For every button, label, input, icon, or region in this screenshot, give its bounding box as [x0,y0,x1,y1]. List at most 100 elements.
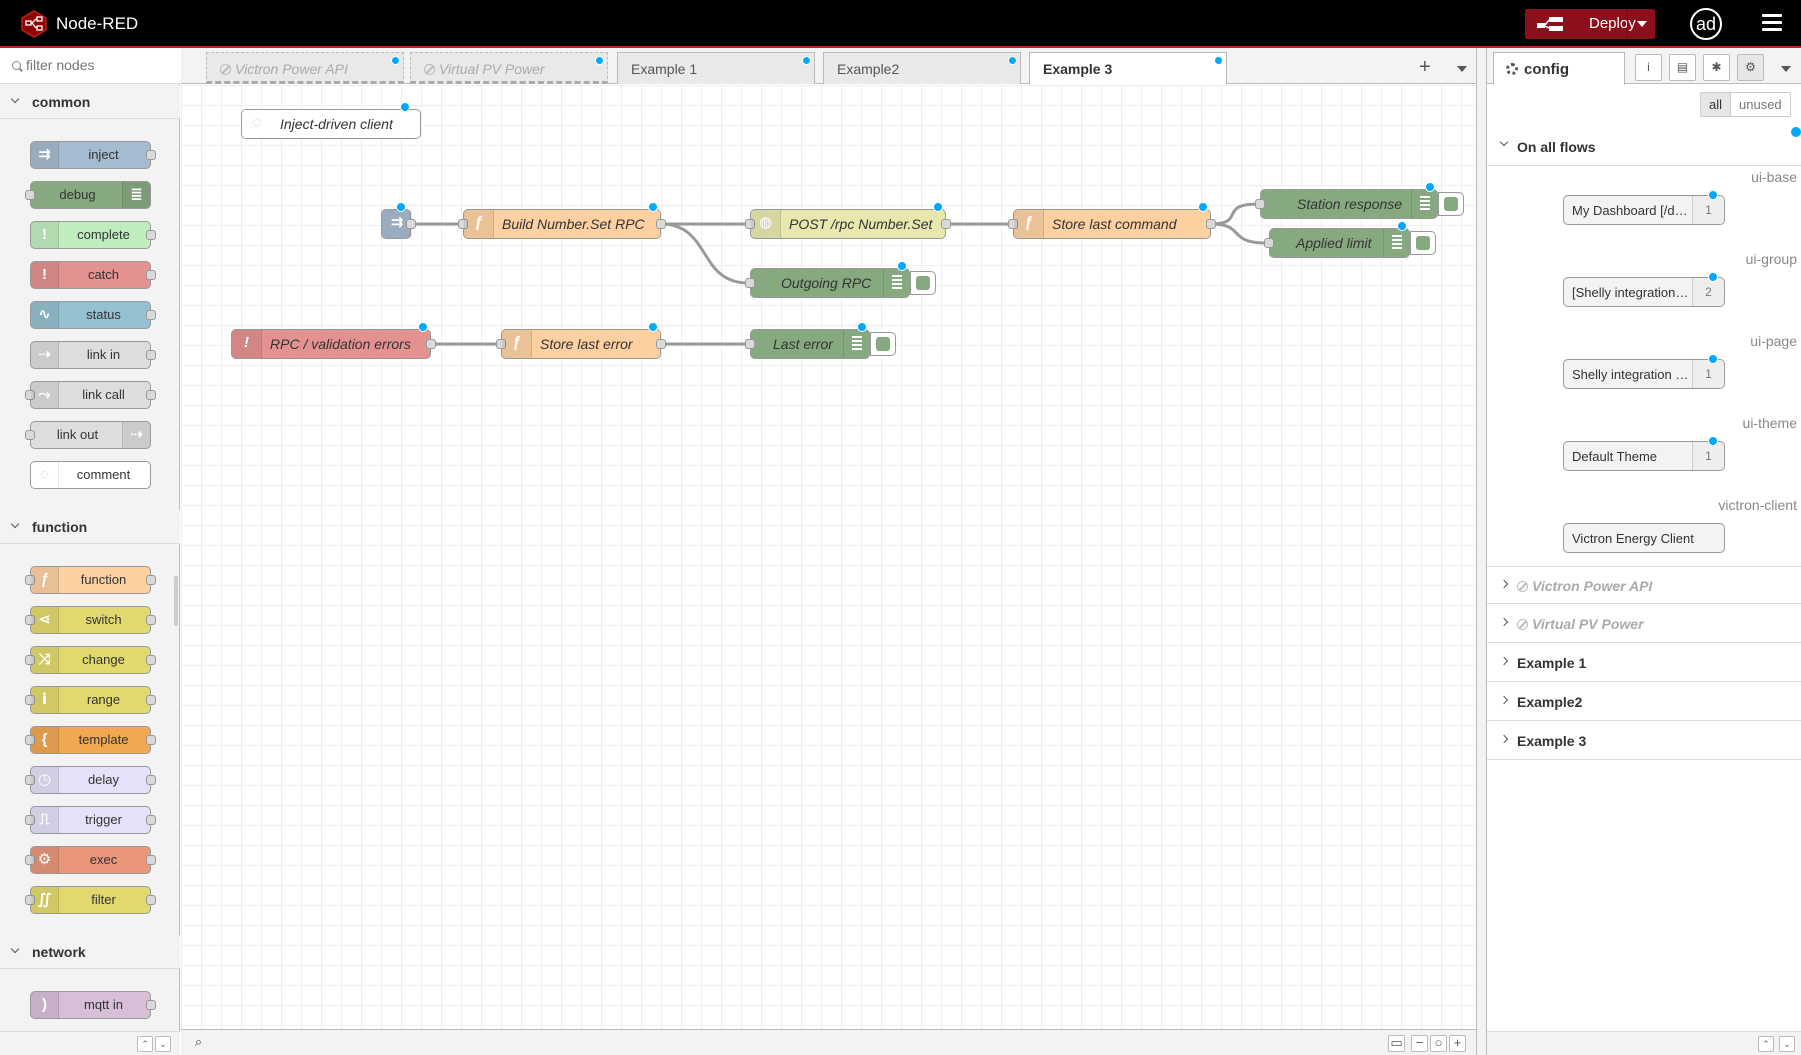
palette-node-filter[interactable]: ∬ filter [25,886,156,914]
help-book-icon[interactable]: ▤ [1669,54,1696,81]
expand-all-icon[interactable]: ⌄ [1779,1036,1795,1052]
tab-victron-power-api[interactable]: Victron Power API [206,52,404,84]
changed-indicator [648,202,658,212]
config-node-ui-base[interactable]: My Dashboard [/d… 1 [1563,190,1725,225]
section-example-3[interactable]: Example 3 [1487,722,1801,760]
tab-virtual-pv-power[interactable]: Virtual PV Power [410,52,608,84]
tab-config[interactable]: config [1493,52,1625,85]
config-node-ui-group[interactable]: [Shelly integration … 2 [1563,272,1725,307]
zoom-in-icon[interactable]: + [1449,1035,1466,1052]
palette-node-function[interactable]: ƒ function [25,566,156,594]
flow-node-http-post[interactable]: ◍ POST /rpc Number.Set [745,202,951,239]
palette-node-exec[interactable]: ⚙ exec [25,846,156,874]
zoom-out-icon[interactable]: − [1411,1035,1428,1052]
palette-node-delay[interactable]: ◷ delay [25,766,156,794]
flow-node-catch-errors[interactable]: ! RPC / validation errors [231,322,436,359]
mqtt-wifi-icon: ) [31,992,59,1018]
palette-node-debug[interactable]: debug ≣ [25,181,151,209]
chevron-down-icon [10,944,20,954]
flow-node-outgoing-rpc[interactable]: Outgoing RPC [745,261,910,298]
config-node-ui-page[interactable]: Shelly integration [… 1 [1563,354,1725,389]
node-palette: common ⇉ inject debug ≣ ! complete ! cat… [0,48,180,1055]
collapse-all-icon[interactable]: ⌃ [1758,1036,1774,1052]
palette-category-function[interactable]: function [0,510,180,544]
navigator-map-icon[interactable]: ▭ [1388,1035,1405,1052]
deploy-button[interactable]: Deploy [1525,9,1655,39]
palette-search-input[interactable] [26,57,174,73]
deploy-menu-caret-icon[interactable] [1627,9,1655,39]
palette-node-change[interactable]: ⤨ change [25,646,156,674]
debug-toggle-button[interactable] [910,271,936,295]
range-icon: ⅰ [31,687,59,713]
palette-node-complete[interactable]: ! complete [30,221,156,249]
changed-indicator [418,322,428,332]
flow-node-station-response[interactable]: Station response [1255,182,1438,219]
section-on-all-flows[interactable]: On all flows [1487,128,1801,166]
output-port [656,339,666,349]
flow-node-inject[interactable]: ⇉ [381,202,416,239]
chevron-right-icon [1499,695,1509,705]
flow-canvas[interactable]: ◌ Inject-driven client ⇉ ƒ Build Number.… [181,85,1476,1029]
palette-node-catch[interactable]: ! catch [30,261,156,289]
chevron-right-icon [1499,617,1509,627]
disabled-icon [220,64,231,75]
palette-node-comment[interactable]: ◌ comment [30,461,151,489]
category-label: common [32,94,91,110]
palette-category-common[interactable]: common [0,85,180,119]
palette-node-trigger[interactable]: ⎍ trigger [25,806,156,834]
filter-icon: ∬ [31,887,59,913]
config-type-label: ui-group [1745,251,1797,267]
filter-unused-button[interactable]: unused [1731,93,1790,116]
output-port [146,575,156,585]
output-port [146,775,156,785]
search-icon[interactable]: ⌕ [190,1035,207,1052]
tab-example-1[interactable]: Example 1 [617,52,815,84]
section-example2[interactable]: Example2 [1487,683,1801,721]
sidebar-tab-caret-icon[interactable] [1781,66,1791,72]
hamburger-menu-icon[interactable] [1762,14,1782,32]
section-victron-power-api[interactable]: Victron Power API [1487,566,1801,604]
collapse-all-icon[interactable]: ⌃ [137,1036,153,1052]
flow-node-last-error[interactable]: Last error [745,322,870,359]
zoom-reset-icon[interactable]: ○ [1430,1035,1447,1052]
palette-node-link-out[interactable]: link out ⇢ [25,421,151,449]
palette-node-status[interactable]: ∿ status [30,301,156,329]
palette-node-mqtt-in[interactable]: ) mqtt in [30,991,156,1019]
config-node-ui-theme[interactable]: Default Theme 1 [1563,436,1725,471]
palette-category-network[interactable]: network [0,935,180,969]
tab-example-3[interactable]: Example 3 [1029,52,1227,85]
tab-example2[interactable]: Example2 [823,52,1021,84]
function-icon: ƒ [502,330,532,358]
flow-node-store-command[interactable]: ƒ Store last command [1008,202,1216,239]
debug-toggle-button[interactable] [870,332,896,356]
debug-toggle-button[interactable] [1410,231,1436,255]
config-node-victron-client[interactable]: Victron Energy Client [1563,523,1725,553]
user-avatar[interactable]: ad [1690,8,1722,40]
flow-node-comment[interactable]: ◌ Inject-driven client [241,102,421,139]
input-port [1255,199,1265,209]
palette-node-link-call[interactable]: ⤳ link call [25,381,156,409]
palette-node-template[interactable]: { template [25,726,156,754]
config-gear-icon[interactable]: ⚙ [1737,54,1764,81]
section-virtual-pv-power[interactable]: Virtual PV Power [1487,605,1801,643]
palette-node-inject[interactable]: ⇉ inject [30,141,156,169]
info-icon[interactable]: i [1635,54,1662,81]
expand-all-icon[interactable]: ⌄ [155,1036,171,1052]
section-example-1[interactable]: Example 1 [1487,644,1801,682]
input-port [745,339,755,349]
add-flow-plus-icon[interactable]: + [1419,56,1431,79]
palette-node-switch[interactable]: ⋖ switch [25,606,156,634]
debug-toggle-button[interactable] [1438,192,1464,216]
output-port [941,219,951,229]
palette-scrollbar[interactable] [174,576,178,626]
filter-all-button[interactable]: all [1701,93,1732,116]
flow-list-caret-icon[interactable] [1457,66,1467,72]
palette-node-link-in[interactable]: ⇢ link in [30,341,156,369]
flow-node-store-error[interactable]: ƒ Store last error [496,322,666,359]
sidebar-resize-handle[interactable] [1476,48,1486,1055]
flow-node-applied-limit[interactable]: Applied limit [1264,221,1410,258]
debug-bug-icon[interactable]: ✱ [1703,54,1730,81]
output-port [146,735,156,745]
palette-node-range[interactable]: ⅰ range [25,686,156,714]
flow-node-build-rpc[interactable]: ƒ Build Number.Set RPC [458,202,666,239]
